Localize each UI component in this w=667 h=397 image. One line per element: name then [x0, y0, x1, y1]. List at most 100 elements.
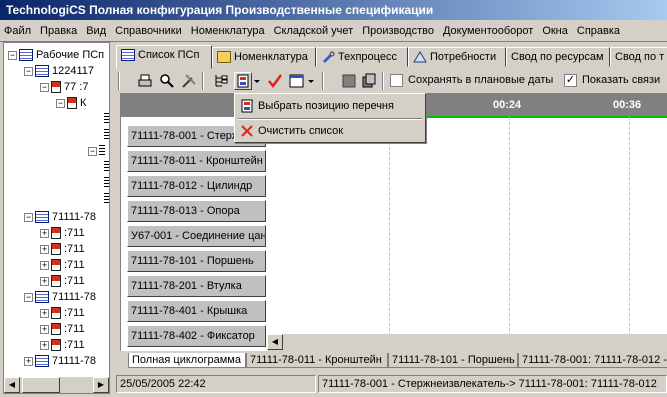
menu-production[interactable]: Производство: [358, 21, 439, 41]
print-icon[interactable]: [136, 72, 154, 90]
tree-leaf[interactable]: [104, 191, 109, 207]
tab-requirements[interactable]: Потребности: [408, 47, 506, 67]
chevron-down-icon[interactable]: [306, 72, 316, 90]
scroll-left-icon[interactable]: ◀: [4, 377, 20, 393]
tree-node[interactable]: +71111-78: [24, 353, 96, 369]
menu-item-label: Очистить список: [258, 125, 344, 137]
row-label[interactable]: У67-001 - Соединение цанг: [127, 225, 266, 247]
row-label[interactable]: 71111-78-101 - Поршень: [127, 250, 266, 272]
tree-horizontal-scrollbar[interactable]: ◀ ▶: [4, 377, 109, 393]
tab-nomenclature[interactable]: Номенклатура: [212, 47, 316, 67]
stop-icon[interactable]: [340, 72, 358, 90]
tree-node[interactable]: − К: [56, 95, 86, 111]
bottom-tab[interactable]: 71111-78-101 - Поршень: [388, 353, 518, 368]
tree-leaf[interactable]: −: [88, 143, 105, 159]
chart-horizontal-scrollbar[interactable]: ◀: [267, 334, 667, 351]
expand-icon[interactable]: +: [40, 260, 49, 270]
tree-structure-icon[interactable]: [212, 72, 230, 90]
tree-leaf[interactable]: [104, 111, 109, 127]
menu-item-select-position[interactable]: Выбрать позицию перечня: [238, 96, 422, 116]
tree-node[interactable]: − 71111-78: [24, 289, 96, 305]
row-label[interactable]: 71111-78-012 - Цилиндр: [127, 175, 266, 197]
tree-node[interactable]: +:711: [40, 225, 85, 241]
tree-leaf[interactable]: [104, 127, 109, 143]
tree-node[interactable]: +:711: [40, 257, 85, 273]
row-label[interactable]: 71111-78-401 - Крышка: [127, 300, 266, 322]
collapse-icon[interactable]: −: [24, 292, 33, 302]
show-links-checkbox[interactable]: ✓: [564, 74, 577, 87]
document-icon: [67, 97, 77, 110]
menu-docflow[interactable]: Документооборот: [439, 21, 538, 41]
copy-icon[interactable]: [360, 72, 378, 90]
tree-node-label: 71111-78: [52, 291, 97, 303]
tree-node[interactable]: +:711: [40, 321, 85, 337]
scroll-thumb[interactable]: [22, 377, 60, 393]
preview-icon[interactable]: [158, 72, 176, 90]
expand-icon[interactable]: +: [40, 228, 49, 238]
expand-icon[interactable]: +: [40, 324, 49, 334]
tree-node[interactable]: − 1224117: [24, 63, 94, 79]
expand-icon[interactable]: +: [40, 308, 49, 318]
row-label[interactable]: 71111-78-201 - Втулка: [127, 275, 266, 297]
expand-icon[interactable]: +: [40, 244, 49, 254]
tree-node[interactable]: − 71111-78: [24, 209, 96, 225]
collapse-icon[interactable]: −: [24, 66, 33, 76]
bottom-tab[interactable]: 71111-78-001: 71111-78-012 -: [518, 353, 667, 368]
menu-references[interactable]: Справочники: [111, 21, 187, 41]
lines-icon: [104, 193, 109, 206]
tree-node-label: 77 :7: [64, 81, 89, 93]
tree-node-label: :711: [64, 307, 85, 319]
calendar-icon[interactable]: [288, 72, 306, 90]
row-label[interactable]: 71111-78-402 - Фиксатор: [127, 325, 266, 347]
tab-psp-list[interactable]: Список ПСп: [116, 45, 212, 69]
list-positions-button[interactable]: [234, 72, 252, 90]
tools-icon[interactable]: [180, 72, 198, 90]
collapse-icon[interactable]: −: [24, 212, 33, 222]
clear-x-icon: [240, 124, 254, 138]
grid-line: [389, 117, 390, 351]
bottom-tab-full-cyclogram[interactable]: Полная циклограмма: [128, 353, 246, 368]
checkmark-icon[interactable]: [266, 72, 284, 90]
lines-icon: [104, 113, 109, 126]
collapse-icon[interactable]: −: [8, 50, 17, 60]
tab-resources-summary[interactable]: Свод по ресурсам: [506, 47, 610, 67]
tree-node[interactable]: +:711: [40, 337, 85, 353]
list-positions-menu: Выбрать позицию перечня Очистить список: [234, 93, 426, 143]
collapse-icon[interactable]: −: [88, 146, 97, 156]
wrench-icon: [321, 51, 335, 64]
tab-techprocess[interactable]: Техпроцесс: [316, 47, 408, 67]
tree-node-root[interactable]: − Рабочие ПСп: [8, 47, 104, 63]
menu-file[interactable]: Файл: [0, 21, 36, 41]
row-label[interactable]: 71111-78-011 - Кронштейн: [127, 150, 266, 172]
row-label[interactable]: 71111-78-013 - Опора: [127, 200, 266, 222]
menu-edit[interactable]: Правка: [36, 21, 82, 41]
toolbar: Сохранять в плановые даты ✓ Показать свя…: [114, 69, 667, 93]
expand-icon[interactable]: +: [24, 356, 33, 366]
chevron-down-icon[interactable]: [252, 72, 262, 90]
expand-icon[interactable]: +: [40, 340, 49, 350]
document-icon: [51, 275, 61, 288]
tree-leaf[interactable]: [104, 159, 109, 175]
scroll-left-icon[interactable]: ◀: [267, 334, 283, 350]
expand-icon[interactable]: +: [40, 276, 49, 286]
menu-windows[interactable]: Окна: [538, 21, 573, 41]
tab-summary-t[interactable]: Свод по т: [610, 47, 667, 67]
menu-item-clear-list[interactable]: Очистить список: [238, 121, 422, 141]
tree-leaf[interactable]: [104, 175, 109, 191]
tree-node[interactable]: +:711: [40, 241, 85, 257]
tab-label: Техпроцесс: [338, 51, 397, 63]
bottom-tab[interactable]: 71111-78-011 - Кронштейн: [246, 353, 388, 368]
menu-nomenclature[interactable]: Номенклатура: [187, 21, 270, 41]
triangle-icon: [413, 51, 427, 63]
menu-warehouse[interactable]: Складской учет: [270, 21, 359, 41]
tree-node[interactable]: + :711: [40, 305, 85, 321]
menu-help[interactable]: Справка: [573, 21, 625, 41]
tree-node[interactable]: − 77 :7: [40, 79, 88, 95]
menu-view[interactable]: Вид: [82, 21, 111, 41]
collapse-icon[interactable]: −: [56, 98, 65, 108]
tree-node-label: 71111-78: [52, 211, 97, 223]
scroll-right-icon[interactable]: ▶: [93, 377, 109, 393]
save-to-plan-checkbox[interactable]: [390, 74, 403, 87]
tree-node[interactable]: +:711: [40, 273, 85, 289]
collapse-icon[interactable]: −: [40, 82, 49, 92]
